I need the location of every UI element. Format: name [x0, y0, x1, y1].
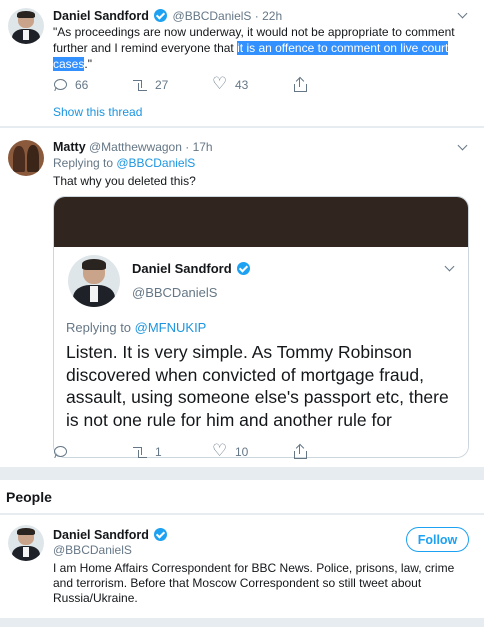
embedded-replying-to: Replying to @MFNUKIP	[66, 320, 207, 335]
embedded-text: Listen. It is very simple. As Tommy Robi…	[66, 342, 449, 430]
retweet-count: 27	[155, 78, 169, 92]
avatar[interactable]	[8, 8, 44, 44]
reply-button[interactable]	[53, 445, 133, 459]
like-button[interactable]: 10	[212, 441, 293, 461]
retweet-button[interactable]: 1	[133, 445, 213, 459]
share-icon	[293, 76, 307, 92]
author-name[interactable]: Daniel Sandford	[53, 9, 149, 23]
author-handle[interactable]: @BBCDanielS	[173, 9, 252, 23]
show-thread-link[interactable]: Show this thread	[53, 105, 142, 119]
user-name[interactable]: Daniel Sandford	[53, 528, 149, 542]
tweet-text: That why you deleted this?	[53, 174, 196, 188]
author-handle[interactable]: @Matthewwagon	[89, 140, 182, 154]
like-icon	[212, 441, 227, 461]
share-button[interactable]	[293, 76, 315, 92]
tweet-text: "As proceedings are now underway, it wou…	[53, 25, 455, 71]
tweet-matty[interactable]: Matty @Matthewwagon · 17h Replying to @B…	[0, 128, 484, 468]
retweet-button[interactable]: 27	[133, 78, 213, 92]
embedded-replying-handle: @MFNUKIP	[134, 320, 207, 335]
embedded-author-name: Daniel Sandford	[132, 261, 232, 276]
retweet-icon	[133, 445, 147, 459]
people-heading: People	[6, 489, 52, 505]
user-handle[interactable]: @BBCDanielS	[53, 543, 132, 557]
avatar[interactable]	[8, 140, 44, 176]
replying-to-handle[interactable]: @BBCDanielS	[116, 156, 195, 170]
chevron-down-icon[interactable]	[457, 140, 468, 151]
verified-icon	[237, 262, 251, 275]
tweet-actions: 66 27 43	[53, 74, 315, 94]
like-count: 43	[235, 78, 249, 92]
tweet-daniel-sandford[interactable]: Daniel Sandford @BBCDanielS · 22h "As pr…	[0, 0, 484, 127]
embedded-tweet: Daniel Sandford @BBCDanielS Replying to …	[54, 247, 468, 457]
avatar	[68, 255, 120, 307]
retweet-count: 1	[155, 445, 162, 459]
author-name[interactable]: Matty	[53, 140, 86, 154]
like-count: 10	[235, 445, 249, 459]
chevron-down-icon[interactable]	[457, 8, 468, 19]
embedded-header: Daniel Sandford	[132, 261, 252, 276]
like-icon	[212, 74, 227, 94]
user-card[interactable]: Daniel Sandford @BBCDanielS Follow I am …	[0, 515, 484, 619]
tweet-time[interactable]: · 22h	[255, 9, 282, 23]
reply-icon	[53, 445, 67, 459]
embedded-handle: @BBCDanielS	[132, 285, 218, 300]
image-dark-band	[54, 197, 468, 247]
tweet-header: Matty @Matthewwagon · 17h	[53, 140, 213, 154]
reply-icon	[53, 78, 67, 92]
follow-button[interactable]: Follow	[406, 527, 469, 552]
reply-button[interactable]: 66	[53, 78, 133, 92]
like-button[interactable]: 43	[212, 74, 293, 94]
share-icon	[293, 443, 307, 459]
tweet-actions: 1 10	[53, 441, 315, 461]
tweet-time[interactable]: · 17h	[185, 140, 212, 154]
user-bio: I am Home Affairs Correspondent for BBC …	[53, 561, 455, 605]
user-header: Daniel Sandford	[53, 528, 169, 542]
verified-icon	[154, 9, 168, 22]
embedded-image[interactable]: Daniel Sandford @BBCDanielS Replying to …	[53, 196, 469, 458]
people-section-header: People	[0, 480, 484, 514]
retweet-icon	[133, 78, 147, 92]
verified-icon	[154, 528, 168, 541]
reply-count: 66	[75, 78, 89, 92]
tweet-header: Daniel Sandford @BBCDanielS · 22h	[53, 9, 282, 23]
avatar[interactable]	[8, 525, 44, 561]
chevron-down-icon	[444, 261, 455, 272]
share-button[interactable]	[293, 443, 315, 459]
replying-to: Replying to @BBCDanielS	[53, 156, 196, 170]
